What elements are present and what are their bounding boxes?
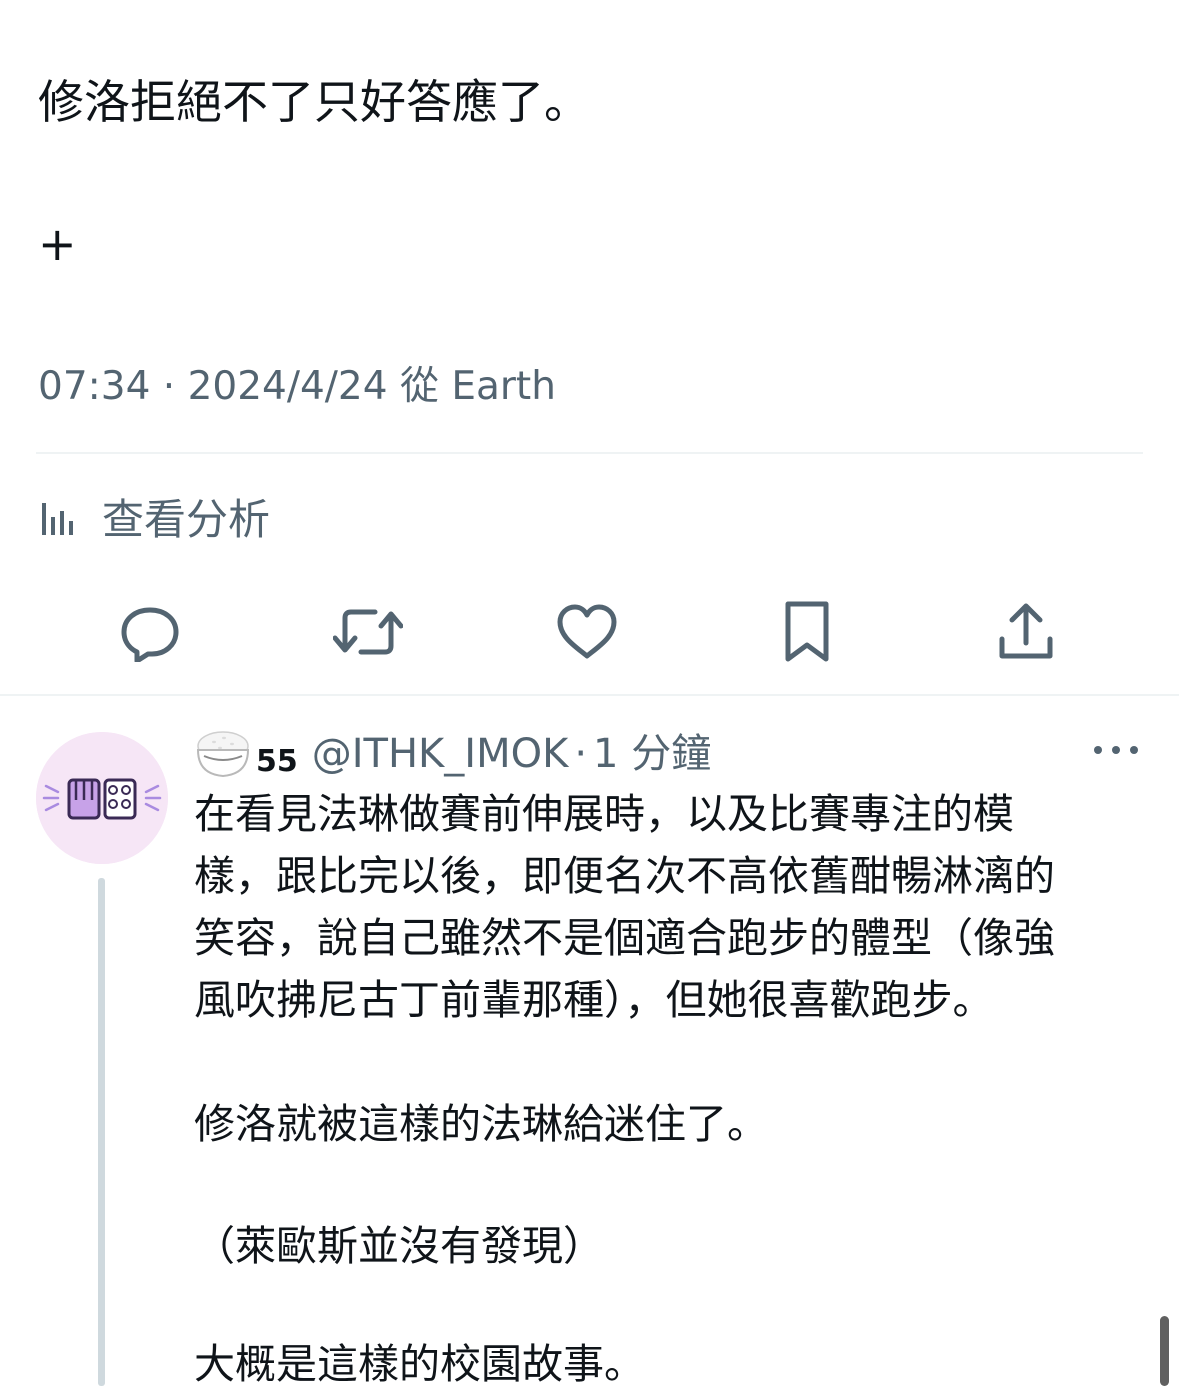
tweet-text-line-2: +	[38, 217, 77, 271]
view-analytics-label: 查看分析	[102, 495, 271, 544]
retweet-icon	[333, 609, 403, 655]
reply-text-line: 樣，跟比完以後，即便名次不高依舊酣暢淋漓的	[194, 852, 1055, 900]
scrollbar[interactable]	[1160, 1316, 1169, 1386]
avatar[interactable]	[36, 732, 168, 864]
reply-text-line: 風吹拂尼古丁前輩那種），但她很喜歡跑步。	[194, 976, 994, 1024]
analytics-icon	[38, 499, 80, 541]
reply-button[interactable]	[114, 600, 186, 664]
more-icon	[1094, 746, 1138, 754]
rice-bowl-emoji[interactable]	[194, 726, 252, 780]
reply-header: 55 @ITHK_IMOK · 1 分鐘	[194, 724, 711, 780]
reply-text-line: 笑容，說自己雖然不是個適合跑步的體型（像強	[194, 914, 1055, 962]
relative-time[interactable]: 1 分鐘	[593, 728, 711, 780]
divider	[0, 694, 1179, 696]
more-button[interactable]	[1090, 734, 1142, 766]
separator: ·	[574, 731, 588, 777]
share-button[interactable]	[990, 600, 1062, 664]
display-name[interactable]: 55	[256, 744, 298, 780]
reply-text-line: （萊歐斯並沒有發現）	[194, 1222, 604, 1270]
view-analytics-button[interactable]: 查看分析	[38, 490, 270, 550]
reply-icon	[121, 607, 179, 662]
like-icon	[557, 604, 617, 659]
divider	[36, 452, 1143, 454]
share-icon	[999, 603, 1053, 659]
reply-text-line: 在看見法琳做賽前伸展時，以及比賽專注的模	[194, 790, 1014, 838]
like-button[interactable]	[551, 600, 623, 664]
tweet-text-line-1: 修洛拒絕不了只好答應了。	[38, 75, 590, 129]
bookmark-icon	[785, 601, 829, 662]
bookmark-button[interactable]	[771, 600, 843, 664]
reply-text-line: 修洛就被這樣的法琳給迷住了。	[194, 1100, 768, 1148]
user-handle[interactable]: @ITHK_IMOK	[312, 728, 569, 780]
retweet-button[interactable]	[332, 600, 404, 664]
tweet-timestamp-meta[interactable]: 07:34 · 2024/4/24 從 Earth	[38, 362, 556, 412]
thread-line	[98, 878, 105, 1386]
